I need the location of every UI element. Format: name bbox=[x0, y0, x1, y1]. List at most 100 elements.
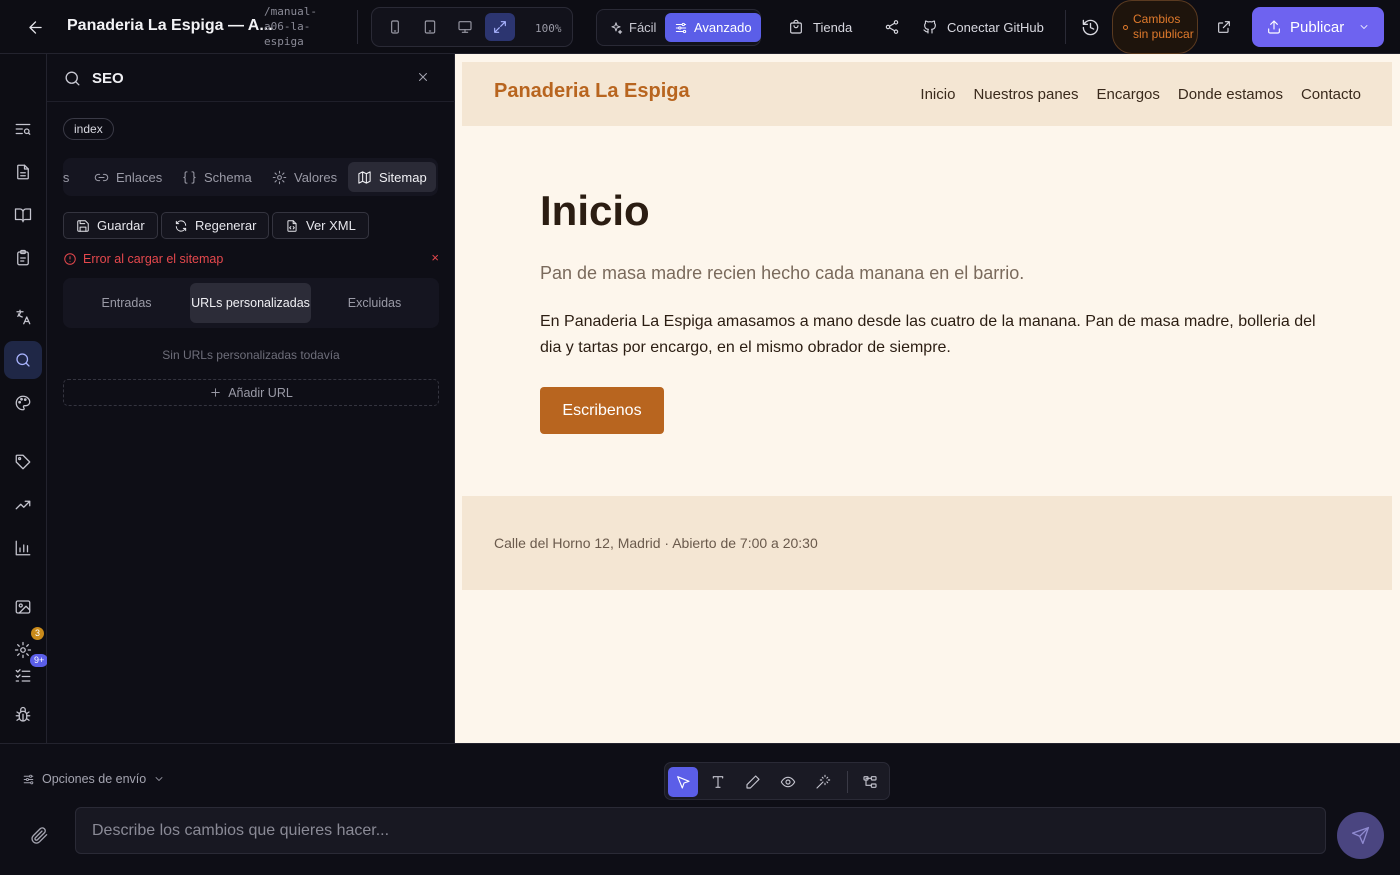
save-label: Guardar bbox=[97, 218, 145, 233]
site-logo[interactable]: Panaderia La Espiga bbox=[494, 80, 690, 103]
device-fullscreen-button[interactable] bbox=[485, 13, 515, 41]
tablet-icon bbox=[424, 20, 436, 34]
nav-link-breads[interactable]: Nuestros panes bbox=[973, 86, 1078, 103]
mode-advanced-button[interactable]: Avanzado bbox=[665, 13, 761, 42]
tab-schema[interactable]: Schema bbox=[173, 162, 261, 192]
device-tablet-button[interactable] bbox=[415, 13, 445, 41]
sitemap-segment-control: Entradas URLs personalizadas Excluidas bbox=[63, 278, 439, 328]
rail-analytics-button[interactable] bbox=[4, 529, 42, 567]
languages-icon bbox=[16, 309, 31, 325]
send-button[interactable] bbox=[1337, 812, 1384, 859]
connect-github-button[interactable]: Conectar GitHub bbox=[922, 14, 1044, 40]
plus-icon bbox=[211, 388, 220, 397]
book-open-icon bbox=[14, 208, 32, 223]
composer: Opciones de envío bbox=[0, 743, 1400, 875]
rail-media-button[interactable] bbox=[4, 588, 42, 626]
publish-label: Publicar bbox=[1290, 18, 1345, 36]
text-tool-button[interactable] bbox=[703, 767, 733, 797]
device-mobile-button[interactable] bbox=[380, 13, 410, 41]
rail-theme-button[interactable] bbox=[4, 384, 42, 422]
mode-easy-button[interactable]: Fácil bbox=[600, 13, 665, 42]
page-subtitle: Pan de masa madre recien hecho cada mana… bbox=[540, 263, 1025, 283]
rail-pages-button[interactable] bbox=[4, 153, 42, 191]
prompt-input[interactable] bbox=[75, 807, 1326, 854]
history-button[interactable] bbox=[1081, 14, 1100, 40]
send-options-dropdown[interactable]: Opciones de envío bbox=[22, 772, 165, 786]
clipboard-icon bbox=[17, 249, 29, 266]
close-panel-button[interactable] bbox=[416, 70, 430, 84]
add-url-label: Añadir URL bbox=[228, 385, 293, 400]
layers-tool-button[interactable] bbox=[855, 767, 885, 797]
segment-excluded[interactable]: Excluidas bbox=[314, 283, 435, 323]
nav-link-location[interactable]: Donde estamos bbox=[1178, 86, 1283, 103]
preview-tool-button[interactable] bbox=[773, 767, 803, 797]
braces-icon bbox=[183, 170, 196, 184]
zoom-level[interactable]: 100% bbox=[535, 22, 562, 35]
tab-label: is bbox=[63, 169, 70, 185]
tab-sitemap[interactable]: Sitemap bbox=[348, 162, 436, 192]
attach-button[interactable] bbox=[30, 826, 49, 845]
tasks-count-badge: 9+ bbox=[30, 654, 49, 667]
rail-tags-button[interactable] bbox=[4, 443, 42, 481]
segment-custom-urls[interactable]: URLs personalizadas bbox=[190, 283, 311, 323]
rail-debug-button[interactable] bbox=[4, 696, 42, 734]
device-desktop-button[interactable] bbox=[450, 13, 480, 41]
tab-label: Enlaces bbox=[116, 169, 163, 185]
settings-count-badge: 3 bbox=[31, 627, 45, 640]
add-url-button[interactable]: Añadir URL bbox=[63, 379, 439, 406]
github-icon bbox=[923, 20, 936, 34]
panel-header: SEO bbox=[47, 54, 455, 102]
tab-values[interactable]: Valores bbox=[263, 162, 346, 192]
tab-label: Schema bbox=[204, 169, 252, 185]
site-header: Panaderia La Espiga Inicio Nuestros pane… bbox=[462, 62, 1392, 126]
rail-docs-button[interactable] bbox=[4, 196, 42, 234]
publish-button[interactable]: Publicar bbox=[1252, 7, 1384, 47]
regenerate-button[interactable]: Regenerar bbox=[161, 212, 270, 239]
rail-trends-button[interactable] bbox=[4, 486, 42, 524]
segment-entries[interactable]: Entradas bbox=[66, 283, 187, 323]
footer-text: Calle del Horno 12, Madrid · Abierto de … bbox=[494, 535, 818, 551]
seo-tabs: is Enlaces Schema Valores Sitemap bbox=[63, 158, 438, 196]
share-button[interactable] bbox=[884, 14, 900, 40]
view-xml-button[interactable]: Ver XML bbox=[272, 212, 369, 239]
refresh-icon bbox=[175, 219, 187, 232]
list-checks-icon bbox=[15, 669, 31, 682]
chevron-down-icon bbox=[155, 777, 163, 781]
search-icon bbox=[16, 353, 30, 367]
draw-tool-button[interactable] bbox=[738, 767, 768, 797]
store-button[interactable]: Tienda bbox=[788, 14, 852, 40]
rail-seo-button[interactable] bbox=[4, 341, 42, 379]
nav-link-orders[interactable]: Encargos bbox=[1097, 86, 1160, 103]
send-options-label: Opciones de envío bbox=[42, 772, 147, 786]
nav-link-home[interactable]: Inicio bbox=[920, 86, 955, 103]
eye-icon bbox=[780, 776, 796, 788]
open-external-button[interactable] bbox=[1216, 14, 1232, 40]
rail-translate-button[interactable] bbox=[4, 298, 42, 336]
cta-button[interactable]: Escribenos bbox=[540, 387, 664, 434]
upload-icon bbox=[1268, 20, 1280, 34]
monitor-icon bbox=[458, 21, 472, 33]
tab-links[interactable]: Enlaces bbox=[85, 162, 171, 192]
rail-page-search-button[interactable] bbox=[4, 110, 42, 148]
file-text-icon bbox=[17, 164, 29, 180]
select-tool-button[interactable] bbox=[668, 767, 698, 797]
back-button[interactable] bbox=[22, 15, 48, 39]
map-icon bbox=[358, 170, 371, 184]
tab-label: Valores bbox=[294, 169, 338, 185]
page-chip[interactable]: index bbox=[63, 118, 114, 140]
site-nav: Inicio Nuestros panes Encargos Donde est… bbox=[920, 86, 1361, 103]
sparkles-icon bbox=[611, 21, 623, 34]
top-bar: Panaderia La Espiga — A... /manual-a06-l… bbox=[0, 0, 1400, 54]
nav-link-contact[interactable]: Contacto bbox=[1301, 86, 1361, 103]
divider bbox=[357, 10, 358, 44]
link-icon bbox=[94, 173, 109, 181]
dismiss-error-button[interactable]: × bbox=[431, 250, 439, 265]
type-icon bbox=[712, 776, 724, 788]
image-icon bbox=[15, 600, 31, 614]
tab-partial[interactable]: is bbox=[63, 162, 78, 192]
save-button[interactable]: Guardar bbox=[63, 212, 158, 239]
rail-clipboard-button[interactable] bbox=[4, 239, 42, 277]
magic-tool-button[interactable] bbox=[808, 767, 838, 797]
divider bbox=[1065, 10, 1066, 44]
unpublished-changes-badge[interactable]: Cambios sin publicar bbox=[1112, 0, 1198, 54]
